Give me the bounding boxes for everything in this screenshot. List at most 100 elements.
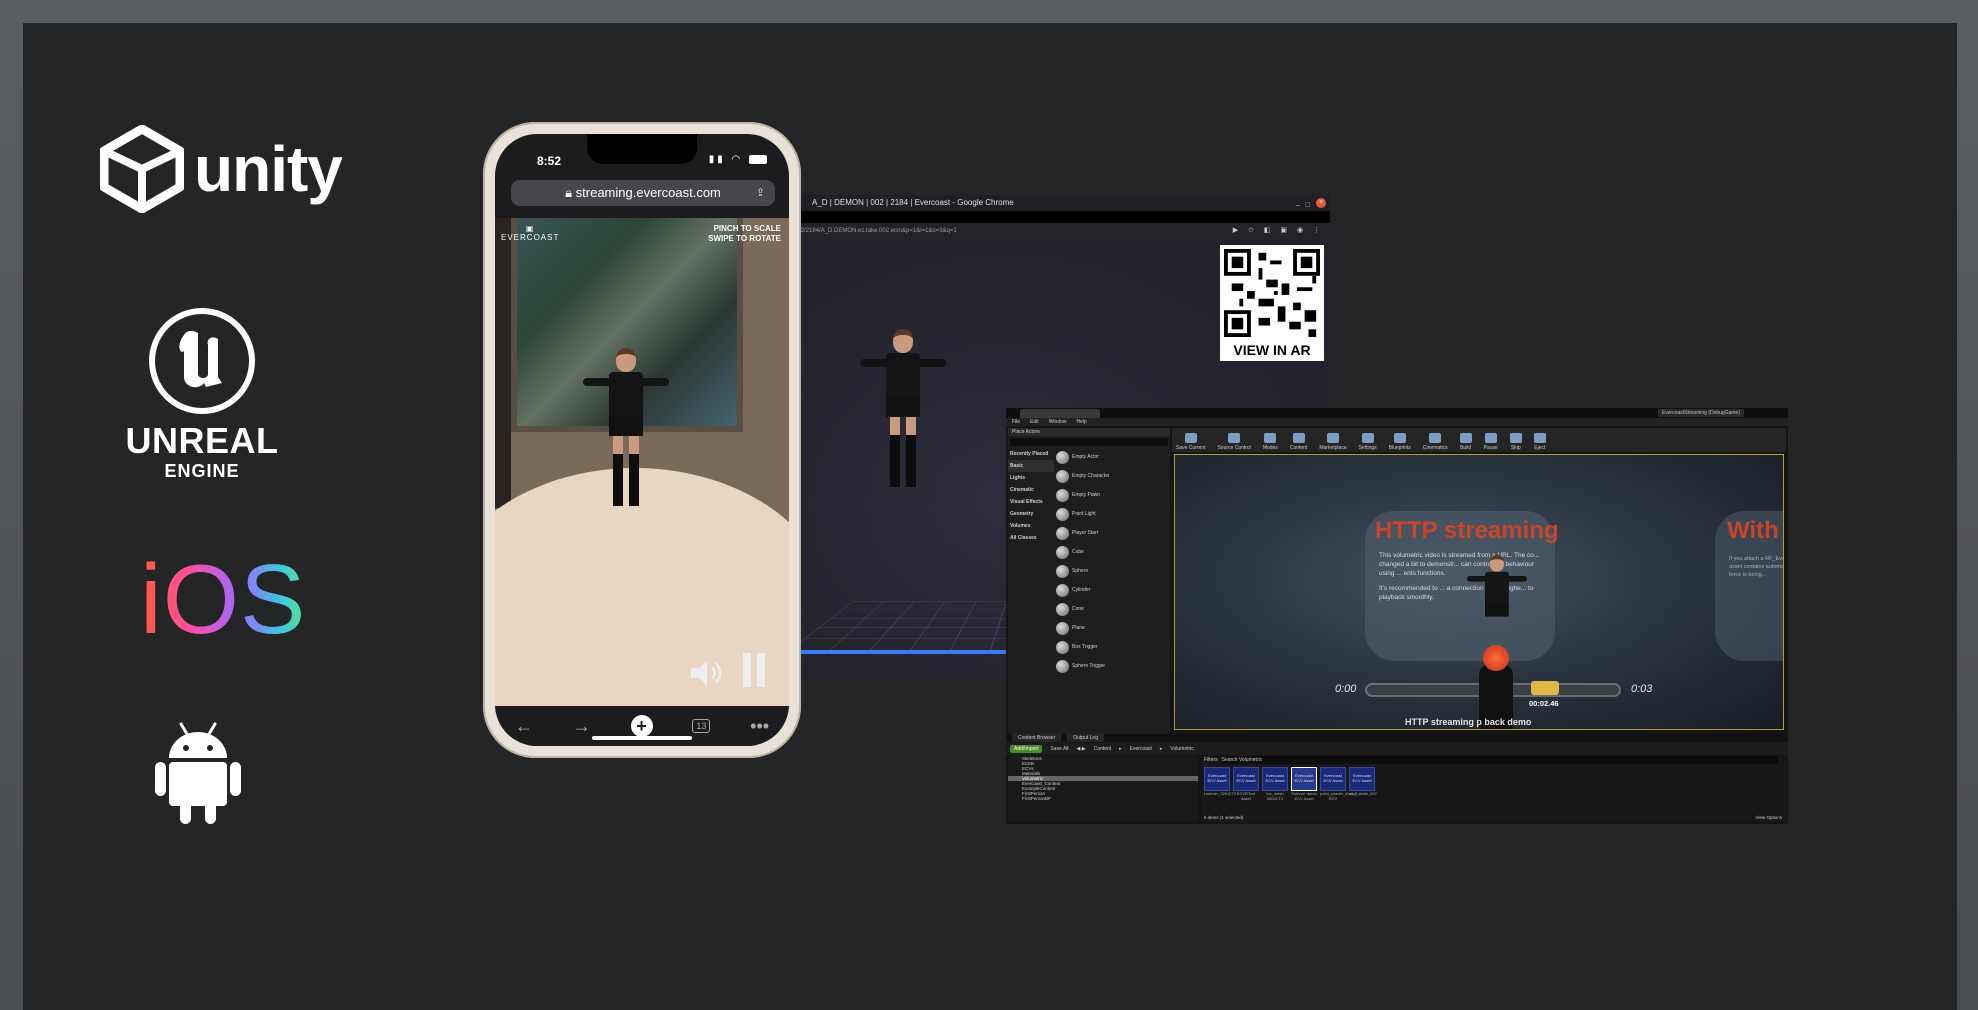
forward-icon[interactable]: →: [573, 716, 591, 737]
ue-menu-help[interactable]: Help: [1076, 418, 1086, 426]
source-control-button[interactable]: Source Control: [1217, 428, 1251, 452]
pause-button[interactable]: Pause: [1484, 428, 1498, 452]
list-item[interactable]: Sphere: [1056, 562, 1168, 581]
minimize-icon[interactable]: –: [1296, 198, 1300, 214]
list-item[interactable]: Cone: [1056, 600, 1168, 619]
ue-menu-window[interactable]: Window: [1049, 418, 1067, 426]
category-basic[interactable]: Basic: [1008, 460, 1054, 472]
list-item[interactable]: Empty Character: [1056, 467, 1168, 486]
add-import-button[interactable]: Add/Import: [1010, 745, 1043, 753]
category-visual-effects[interactable]: Visual Effects: [1008, 496, 1054, 508]
ue-level-tab[interactable]: [1020, 409, 1100, 418]
close-icon[interactable]: ×: [1316, 198, 1326, 208]
category-cinematic[interactable]: Cinematic: [1008, 484, 1054, 496]
list-item[interactable]: Box Trigger: [1056, 638, 1168, 657]
chrome-address-bar[interactable]: 002/2184/A_D.DEMON.ec.take.002.ecm&p=1&l…: [790, 223, 1330, 239]
source-control-icon: [1228, 433, 1241, 443]
modes-button[interactable]: Modes: [1263, 428, 1278, 452]
skip-icon: [1509, 433, 1522, 443]
list-item[interactable]: Point Light: [1056, 505, 1168, 524]
build-icon: [1459, 433, 1472, 443]
ue-menubar: File Edit Window Help: [1006, 418, 1788, 426]
cinematics-button[interactable]: Cinematics: [1423, 428, 1448, 452]
actor-icon: [1056, 526, 1069, 540]
tab-content-browser[interactable]: Content Browser: [1012, 734, 1062, 742]
blueprints-icon: [1393, 433, 1406, 443]
save-all-button[interactable]: Save All: [1050, 746, 1068, 752]
gesture-hint: PINCH TO SCALE SWIPE TO ROTATE: [708, 224, 781, 243]
iphone-mockup: ▣ EVERCOAST PINCH TO SCALE SWIPE TO ROTA…: [483, 122, 801, 758]
build-button[interactable]: Build: [1459, 428, 1472, 452]
share-icon[interactable]: ⇪: [756, 180, 765, 206]
ar-camera-view[interactable]: ▣ EVERCOAST PINCH TO SCALE SWIPE TO ROTA…: [495, 218, 789, 706]
signal-icon: ▮▮: [708, 154, 726, 165]
safari-url-bar[interactable]: 🔒︎ streaming.evercoast.com ⇪: [511, 180, 775, 206]
ue-menu-edit[interactable]: Edit: [1030, 418, 1039, 426]
eject-button[interactable]: Eject: [1533, 428, 1546, 452]
list-item[interactable]: Plane: [1056, 619, 1168, 638]
filters-button[interactable]: Filters: [1204, 756, 1218, 764]
list-item[interactable]: Cylinder: [1056, 581, 1168, 600]
breadcrumb-separator-icon: ▸: [1159, 746, 1163, 752]
marketplace-icon: [1326, 433, 1339, 443]
safari-url-text: streaming.evercoast.com: [575, 185, 721, 200]
new-tab-icon[interactable]: +: [630, 715, 653, 737]
tab-output-log[interactable]: Output Log: [1067, 734, 1104, 742]
actor-icon: [1056, 602, 1069, 616]
breadcrumb-evercoast[interactable]: Evercoast: [1130, 746, 1152, 752]
asset-tile[interactable]: Evercoast ECV Asset Rollover demo ECV Ass…: [1291, 767, 1317, 801]
iphone-screen: ▣ EVERCOAST PINCH TO SCALE SWIPE TO ROTA…: [495, 134, 789, 746]
category-geometry[interactable]: Geometry: [1008, 508, 1054, 520]
list-item[interactable]: Cube: [1056, 543, 1168, 562]
list-item[interactable]: Sphere Trigger: [1056, 657, 1168, 676]
tabs-button[interactable]: 13: [692, 719, 711, 733]
chrome-url-text: 002/2184/A_D.DEMON.ec.take.002.ecm&p=1&l…: [794, 228, 957, 234]
nav-arrows-icon[interactable]: ◀ ▶: [1077, 746, 1086, 752]
place-actors-search[interactable]: [1010, 438, 1168, 446]
category-all-classes[interactable]: All Classes: [1008, 532, 1054, 544]
unreal-editor-window: EvercoastStreaming (DebugGame) File Edit…: [1006, 408, 1788, 824]
chrome-extension-icons[interactable]: ▶ ✩ ◧ ▣ ◉ ⋮: [1233, 223, 1324, 239]
asset-tile[interactable]: Evercoast ECV Asset ECVRTest asset: [1233, 767, 1259, 801]
breadcrumb-volumetric[interactable]: Volumetric: [1170, 746, 1193, 752]
view-in-ar-label: VIEW IN AR: [1233, 342, 1311, 358]
back-icon[interactable]: ←: [515, 716, 533, 737]
viewport-volumetric-figure: [1466, 555, 1527, 617]
content-button[interactable]: Content: [1290, 428, 1307, 452]
asset-tile[interactable]: Evercoast ECV Asset Listener_02KICT2: [1204, 767, 1236, 801]
maximize-icon[interactable]: □: [1306, 198, 1310, 214]
marketplace-button[interactable]: Marketplace: [1319, 428, 1347, 452]
asset-tile[interactable]: Evercoast ECV Asset ice_mesh 0004CT2: [1262, 767, 1288, 801]
category-lights[interactable]: Lights: [1008, 472, 1054, 484]
tree-item[interactable]: FirstPersonBP: [1008, 796, 1198, 801]
content-icon: [1292, 433, 1305, 443]
playback-scrubber-handle[interactable]: [1531, 681, 1559, 695]
qr-code[interactable]: VIEW IN AR: [1220, 245, 1324, 361]
breadcrumb-content[interactable]: Content: [1094, 746, 1112, 752]
view-options-button[interactable]: View Options: [1756, 815, 1782, 820]
blueprints-button[interactable]: Blueprints: [1389, 428, 1411, 452]
pause-icon[interactable]: [743, 653, 771, 692]
ue-level-viewport[interactable]: HTTP streaming With This volumetric vide…: [1174, 454, 1784, 730]
window-controls: – □ ×: [1296, 198, 1326, 214]
asset-tile[interactable]: Evercoast ECV Asset vivo_skate_007: [1349, 767, 1377, 801]
list-item[interactable]: Empty Pawn: [1056, 486, 1168, 505]
list-item[interactable]: Player Start: [1056, 524, 1168, 543]
asset-tile[interactable]: Evercoast ECV Asset point_shader_shot_2 E…: [1320, 767, 1357, 801]
volumetric-figure: [860, 329, 946, 487]
more-menu-icon[interactable]: •••: [750, 716, 769, 737]
category-recently-placed[interactable]: Recently Placed: [1008, 448, 1054, 460]
evercoast-brand: ▣ EVERCOAST: [501, 224, 560, 242]
list-item[interactable]: Empty Actor: [1056, 448, 1168, 467]
viewport-orb-button[interactable]: [1483, 645, 1509, 671]
skip-button[interactable]: Skip: [1509, 428, 1522, 452]
settings-button[interactable]: Settings: [1359, 428, 1377, 452]
save-current-button[interactable]: Save Current: [1176, 428, 1205, 452]
actor-icon: [1056, 640, 1069, 654]
category-volumes[interactable]: Volumes: [1008, 520, 1054, 532]
viewport-heading-right: With: [1727, 517, 1779, 544]
ue-menu-file[interactable]: File: [1012, 418, 1020, 426]
asset-search-input[interactable]: Search Volumetric: [1221, 756, 1778, 764]
viewer-progress-bar[interactable]: [790, 650, 1010, 654]
volume-icon[interactable]: [689, 658, 725, 688]
